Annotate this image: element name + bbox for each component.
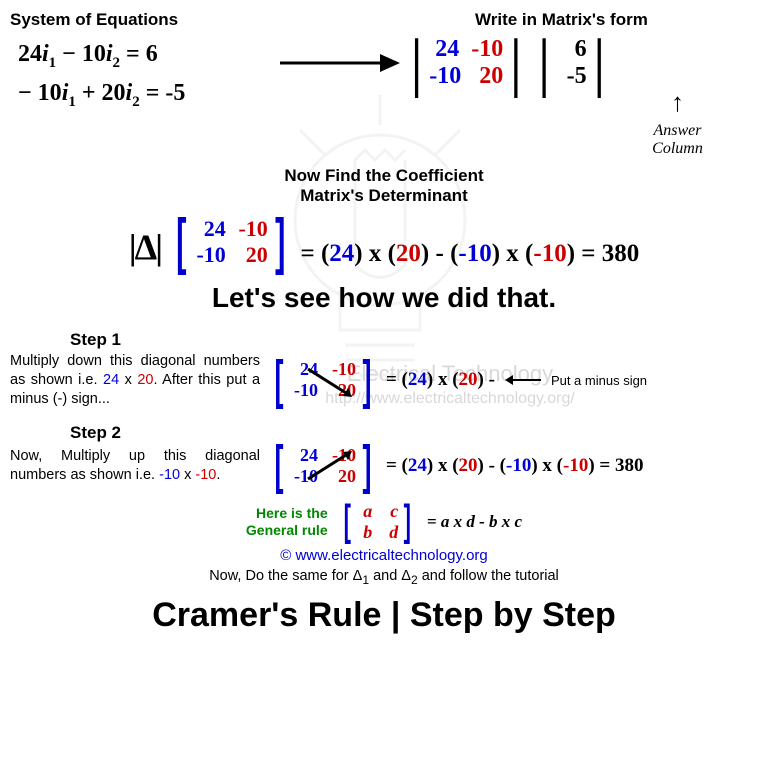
general-rule-row: Here is theGeneral rule [ ac bd ] = a x …	[10, 501, 758, 543]
step1-text: Multiply down this diagonal numbers as s…	[10, 352, 260, 409]
coeff-determinant: | 24-10 -1020 |	[410, 36, 522, 90]
equation-1: 24i1 − 10i2 = 6	[18, 36, 270, 75]
step1-rhs: = (24) x (20) -	[386, 369, 495, 391]
copyright: © www.electricaltechnology.org	[10, 547, 758, 564]
answer-determinant: | 6 -5 |	[537, 36, 605, 90]
step2-header: Step 2	[70, 423, 758, 443]
answer-column-label: AnswerColumn	[597, 122, 758, 158]
delta-equation: |Δ| [ 24-10 -1020 ] = (24) x (20) - (-10…	[10, 216, 758, 268]
left-arrow-icon	[505, 373, 541, 387]
now-find-header: Now Find the CoefficientMatrix's Determi…	[10, 166, 758, 206]
equation-2: − 10i1 + 20i2 = -5	[18, 75, 270, 114]
step2-text: Now, Multiply up this diagonal numbers a…	[10, 447, 260, 485]
now-do-text: Now, Do the same for Δ1 and Δ2 and follo…	[10, 568, 758, 587]
matrix-form-header: Write in Matrix's form	[410, 10, 758, 30]
up-arrow-icon: ↑	[597, 90, 758, 116]
step2-matrix: [ 24-10 -1020 ]	[270, 445, 376, 487]
general-rule-eq: = a x d - b x c	[427, 512, 522, 532]
step1-header: Step 1	[70, 330, 758, 350]
step2-rhs: = (24) x (20) - (-10) x (-10) = 380	[386, 455, 644, 477]
system-header: System of Equations	[10, 10, 270, 30]
put-minus-label: Put a minus sign	[551, 373, 647, 388]
step1-matrix: [ 24-10 -1020 ]	[270, 359, 376, 401]
page-title: Cramer's Rule | Step by Step	[10, 596, 758, 635]
arrow-icon	[280, 10, 400, 76]
lets-see-header: Let's see how we did that.	[10, 282, 758, 314]
